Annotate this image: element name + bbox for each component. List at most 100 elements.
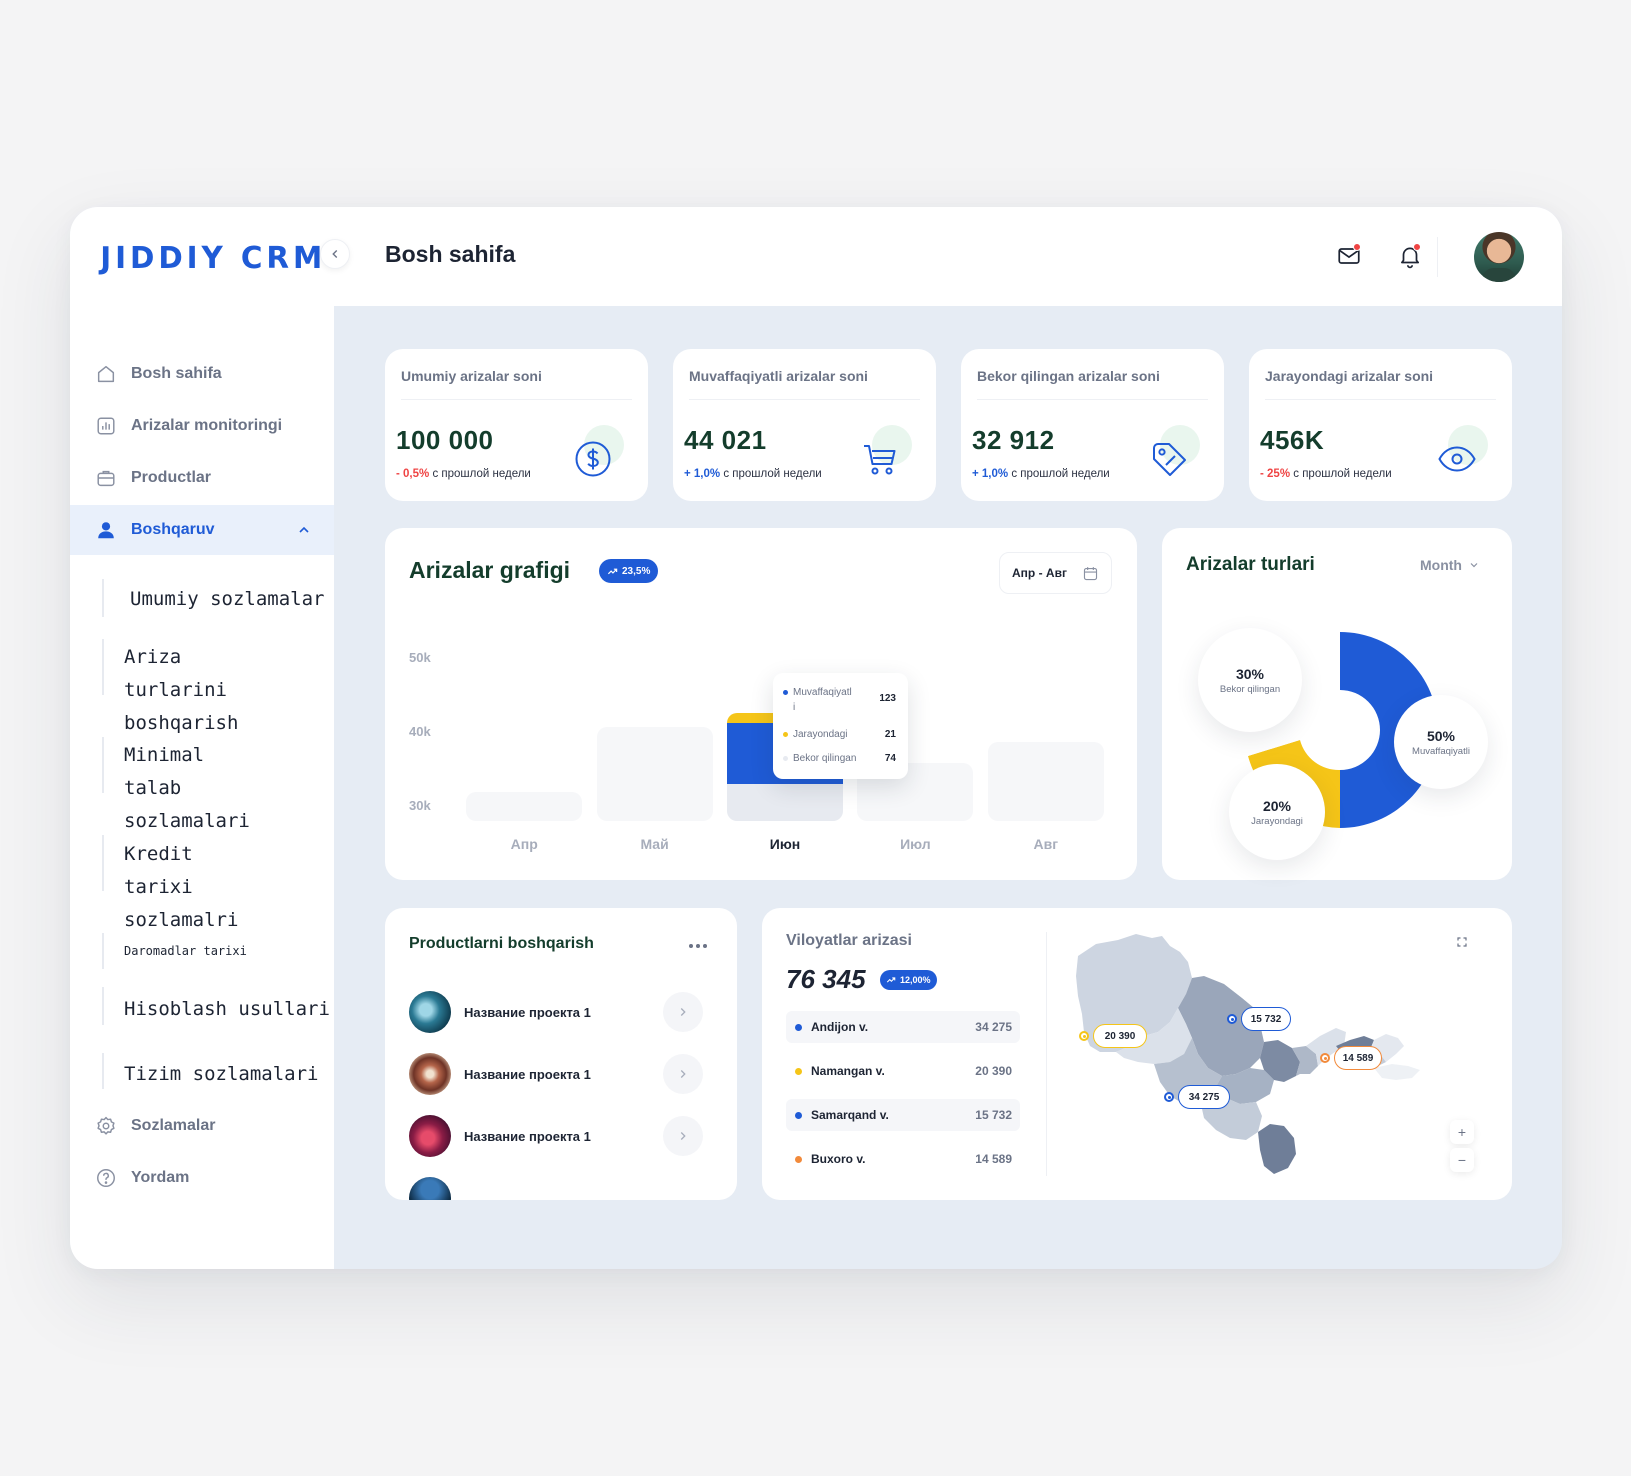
sidebar-item-label: Sozlamalar xyxy=(131,1117,216,1134)
x-axis-label: Июн xyxy=(769,836,801,852)
stat-title: Muvaffaqiyatli arizalar soni xyxy=(689,368,868,384)
chart-bar-4[interactable] xyxy=(987,741,1104,821)
stat-change: - 0,5% с прошлой недели xyxy=(396,468,531,480)
region-name: Buxoro v. xyxy=(811,1152,866,1166)
region-name: Namangan v. xyxy=(811,1064,885,1078)
stat-change-text: с прошлой недели xyxy=(723,468,822,480)
product-name: Название проекта 1 xyxy=(464,1128,591,1144)
stat-change-text: с прошлой недели xyxy=(1011,468,1110,480)
stat-card-cancelled: Bekor qilingan arizalar soni 32 912 + 1,… xyxy=(961,349,1224,501)
gear-icon xyxy=(97,1116,115,1135)
sidebar-item-boshqaruv[interactable]: Boshqaruv xyxy=(70,505,334,555)
tooltip-value: 21 xyxy=(884,729,896,740)
product-name: Название проекта 1 xyxy=(464,1004,591,1020)
chart-bar-0[interactable] xyxy=(466,792,583,821)
list-item[interactable]: Название проекта 1 xyxy=(409,990,703,1034)
notification-dot xyxy=(1353,243,1361,251)
zoom-out-button[interactable]: − xyxy=(1450,1148,1474,1172)
map-pin-andijon[interactable]: 34 275 xyxy=(1178,1085,1230,1109)
chart-bar-1[interactable] xyxy=(596,727,713,821)
list-item[interactable] xyxy=(409,1176,703,1200)
chevron-down-icon xyxy=(1470,563,1478,568)
submenu-divider xyxy=(102,639,104,695)
table-row[interactable]: Namangan v. 20 390 xyxy=(786,1055,1020,1087)
submenu-minimal-talab[interactable]: Minimal talab sozlamalari xyxy=(124,739,264,838)
calendar-icon xyxy=(1083,566,1098,580)
divider xyxy=(977,399,1208,400)
regions-total: 76 345 xyxy=(786,964,866,994)
product-thumbnail xyxy=(409,1115,451,1157)
sidebar-item-products[interactable]: Productlar xyxy=(70,453,334,503)
map-pin-samarqand[interactable]: 15 732 xyxy=(1241,1007,1291,1031)
open-product-button[interactable] xyxy=(663,1054,703,1094)
stat-title: Bekor qilingan arizalar soni xyxy=(977,368,1160,384)
submenu-tizim-sozlamalari[interactable]: Tizim sozlamalari xyxy=(124,1058,318,1091)
slice-percent: 50% xyxy=(1426,727,1456,744)
avatar[interactable] xyxy=(1474,232,1524,282)
open-product-button[interactable] xyxy=(663,1116,703,1156)
stat-change-pct: + 1,0% xyxy=(972,468,1009,480)
map-pin-dot xyxy=(1320,1053,1330,1063)
mail-button[interactable] xyxy=(1336,243,1362,269)
chevron-up-icon[interactable] xyxy=(296,522,312,538)
regions-title: Viloyatlar arizasi xyxy=(786,932,912,949)
submenu-hisoblash-usullari[interactable]: Hisoblash usullari xyxy=(124,993,330,1026)
fullscreen-button[interactable] xyxy=(1450,930,1474,954)
divider xyxy=(1046,932,1047,1176)
briefcase-icon xyxy=(97,470,115,487)
y-axis-label: 30k xyxy=(409,798,431,813)
x-axis-label: Июл xyxy=(900,836,931,852)
tooltip-row: Muvaffaqiyatli 123 xyxy=(783,685,896,715)
sidebar-item-label: Boshqaruv xyxy=(131,521,215,538)
notifications-button[interactable] xyxy=(1397,243,1423,269)
map-pin-dot xyxy=(1227,1014,1237,1024)
y-axis-label: 40k xyxy=(409,724,431,739)
region-value: 34 275 xyxy=(975,1020,1012,1034)
open-product-button[interactable] xyxy=(663,992,703,1032)
stat-value: 32 912 xyxy=(972,425,1055,455)
sidebar-item-monitoring[interactable]: Arizalar monitoringi xyxy=(70,401,334,451)
list-item[interactable]: Название проекта 1 xyxy=(409,1114,703,1158)
region-value: 14 589 xyxy=(975,1152,1012,1166)
stat-change: + 1,0% с прошлой недели xyxy=(684,468,822,480)
collapse-sidebar-button[interactable] xyxy=(320,239,350,269)
trend-up-icon xyxy=(886,977,896,983)
sidebar-item-settings[interactable]: Sozlamalar xyxy=(70,1101,334,1151)
period-dropdown[interactable]: Month xyxy=(1420,557,1480,573)
dashboard-window: JIDDIY CRM Bosh sahifa Arizalar monitori… xyxy=(70,207,1562,1269)
region-dot xyxy=(795,1155,802,1163)
stat-change-pct: - 25% xyxy=(1260,468,1291,480)
sidebar-item-home[interactable]: Bosh sahifa xyxy=(70,349,334,399)
region-dot xyxy=(795,1067,802,1075)
map-pin-namangan[interactable]: 20 390 xyxy=(1093,1024,1147,1048)
tooltip-row: Jarayondagi 21 xyxy=(783,729,896,740)
map-region-surxondaryo xyxy=(1258,1124,1296,1174)
legend-dot xyxy=(783,690,788,695)
submenu-umumiy-sozlamalar[interactable]: Umumiy sozlamalar xyxy=(130,583,324,616)
submenu-divider xyxy=(102,1053,104,1089)
stat-title: Umumiy arizalar soni xyxy=(401,368,542,384)
sidebar-item-help[interactable]: Yordam xyxy=(70,1153,334,1203)
chevron-right-icon xyxy=(680,1008,686,1016)
zoom-in-button[interactable]: + xyxy=(1450,1120,1474,1144)
region-value: 20 390 xyxy=(975,1064,1012,1078)
sidebar-item-label: Bosh sahifa xyxy=(131,365,222,382)
submenu-daromadlar-tarixi[interactable]: Daromadlar tarixi xyxy=(124,935,247,968)
table-row[interactable]: Samarqand v. 15 732 xyxy=(786,1099,1020,1131)
table-row[interactable]: Buxoro v. 14 589 xyxy=(786,1143,1020,1175)
region-name: Samarqand v. xyxy=(811,1108,889,1122)
dollar-icon xyxy=(575,441,611,477)
table-row[interactable]: Andijon v. 34 275 xyxy=(786,1011,1020,1043)
more-options-icon[interactable] xyxy=(687,941,709,951)
list-item[interactable]: Название проекта 1 xyxy=(409,1052,703,1096)
app-logo[interactable]: JIDDIY CRM xyxy=(100,241,326,276)
submenu-ariza-turlari[interactable]: Ariza turlarini boshqarish xyxy=(124,641,284,740)
map-pin-buxoro[interactable]: 14 589 xyxy=(1334,1046,1382,1070)
tag-icon xyxy=(1153,443,1186,476)
date-range-label: Апр - Авг xyxy=(1012,566,1067,580)
bar-segment-bekor-qilingan xyxy=(727,784,843,821)
chevron-right-icon xyxy=(680,1070,686,1078)
stat-card-success: Muvaffaqiyatli arizalar soni 44 021 + 1,… xyxy=(673,349,936,501)
submenu-kredit-tarixi[interactable]: Kredit tarixi sozlamalri xyxy=(124,838,254,937)
date-range-picker[interactable]: Апр - Авг xyxy=(999,552,1112,594)
